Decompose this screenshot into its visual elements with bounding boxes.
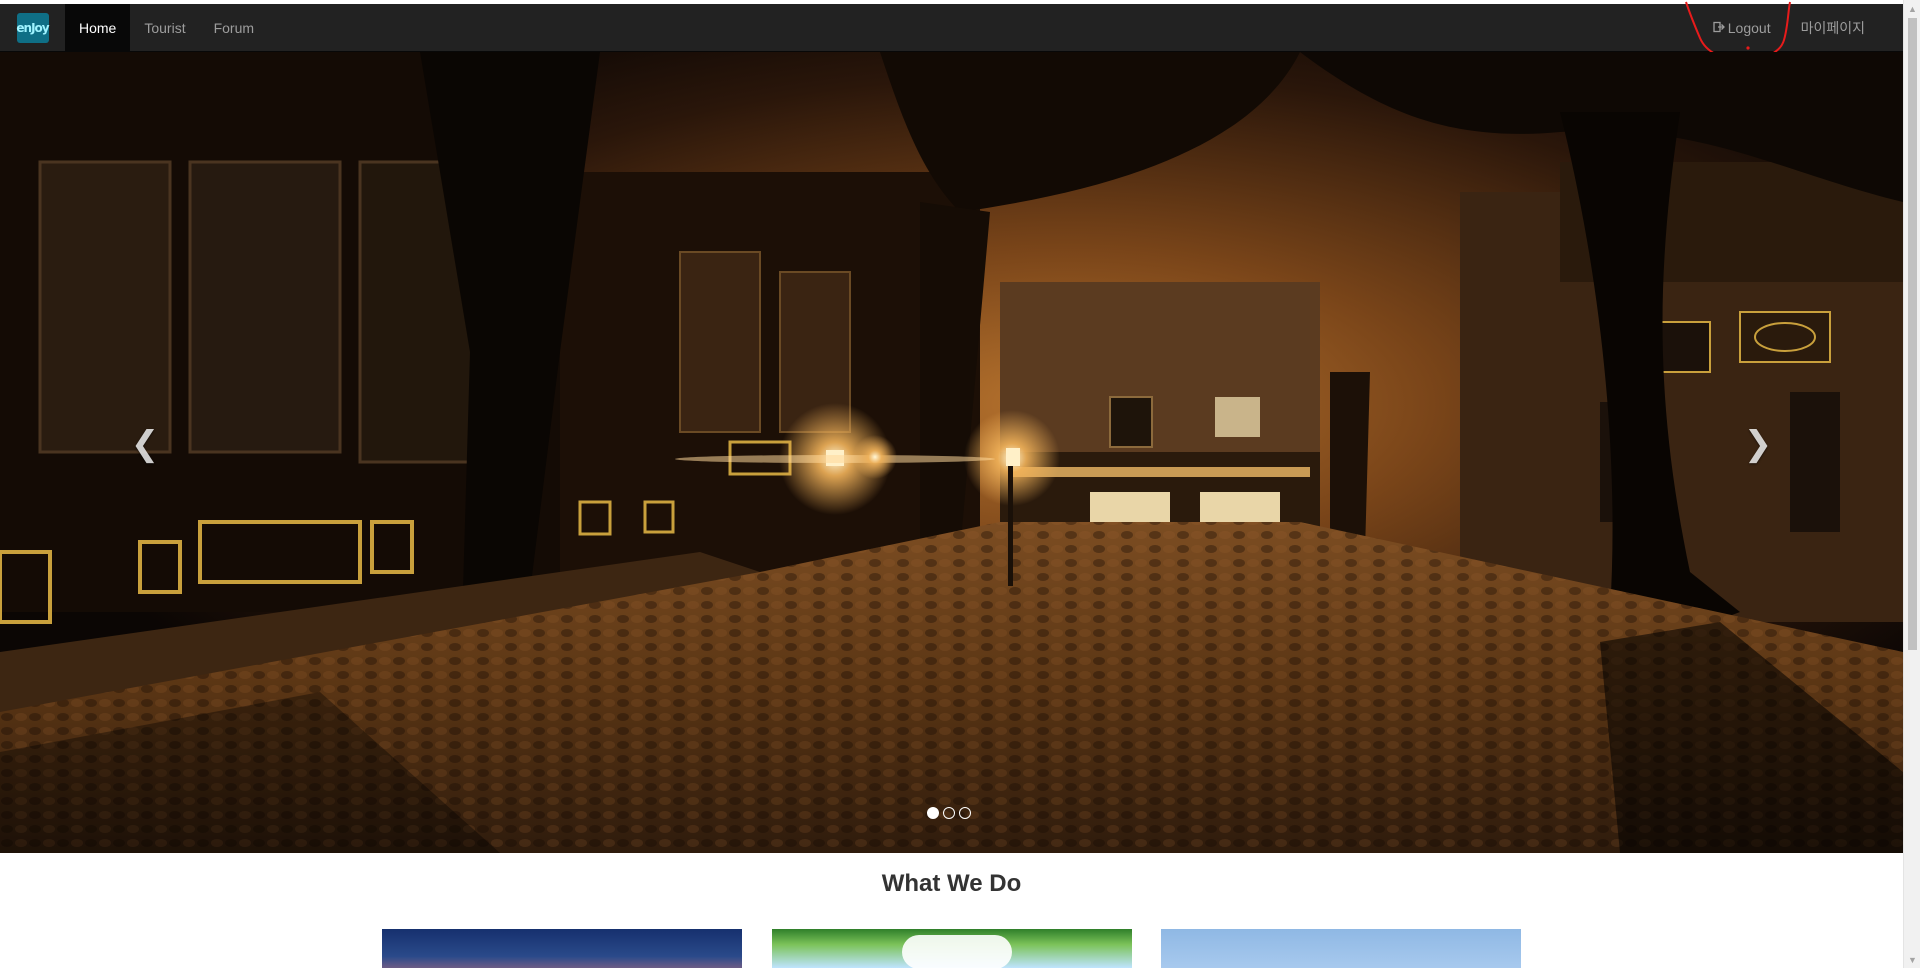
brand-logo-mark: enJoy [16, 13, 50, 43]
hero-slide-image [0, 52, 1903, 853]
service-card-3-image[interactable] [1161, 929, 1521, 968]
carousel-indicator-2[interactable] [943, 807, 955, 819]
nav-item-tourist[interactable]: Tourist [130, 4, 199, 52]
scroll-up-icon[interactable]: ▲ [1904, 0, 1920, 17]
nav-item-home[interactable]: Home [65, 4, 131, 52]
nav-item-forum[interactable]: Forum [200, 4, 268, 52]
logout-label: Logout [1727, 20, 1771, 36]
page-scrollbar[interactable]: ▲ ▼ [1903, 0, 1920, 968]
cloud-shape [902, 935, 1012, 968]
navbar: enJoy Home Tourist Forum Logout 마이페이지 [0, 4, 1903, 52]
nav-main: Home Tourist Forum [65, 4, 268, 52]
carousel-indicator-3[interactable] [959, 807, 971, 819]
carousel-indicator-1[interactable] [927, 807, 939, 819]
mypage-link[interactable]: 마이페이지 [1786, 4, 1880, 52]
logout-link[interactable]: Logout [1698, 4, 1786, 52]
chevron-left-icon: ❮ [130, 424, 160, 464]
scroll-thumb[interactable] [1908, 18, 1917, 650]
carousel-prev-button[interactable]: ❮ [125, 420, 165, 468]
hero-carousel: ❮ ❯ [0, 52, 1903, 853]
nav-user: Logout 마이페이지 [1698, 4, 1880, 52]
brand-logo[interactable]: enJoy [0, 4, 65, 52]
scroll-down-icon[interactable]: ▼ [1904, 951, 1920, 968]
logout-icon [1713, 21, 1725, 36]
carousel-indicators [927, 807, 971, 819]
carousel-next-button[interactable]: ❯ [1738, 420, 1778, 468]
section-title: What We Do [881, 870, 1022, 897]
service-card-2-image[interactable] [772, 929, 1132, 968]
service-card-1-image[interactable] [382, 929, 742, 968]
chevron-right-icon: ❯ [1743, 424, 1773, 464]
